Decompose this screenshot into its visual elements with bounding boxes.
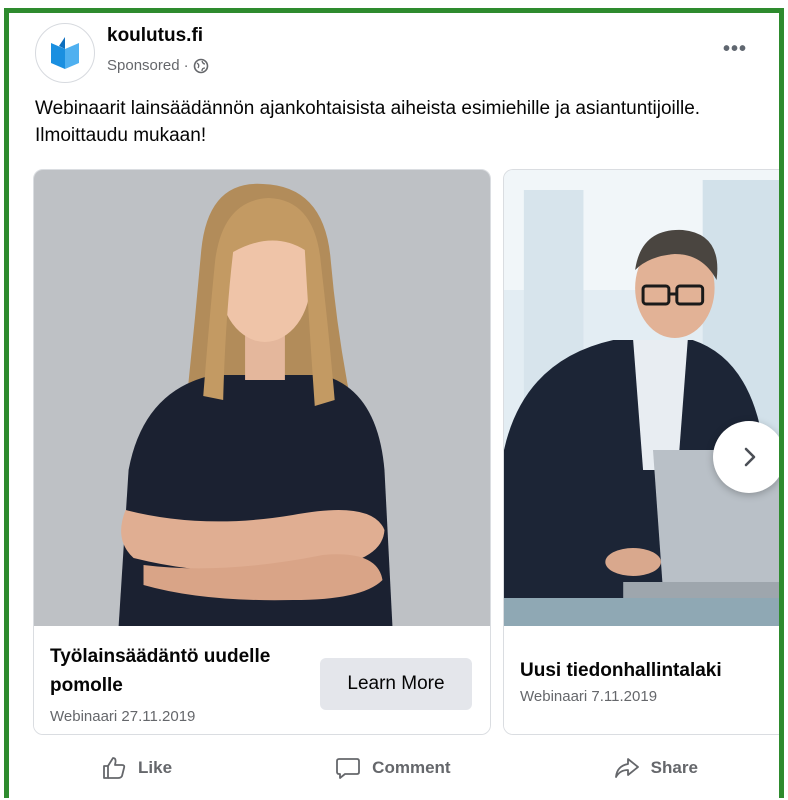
- chevron-right-icon: [744, 447, 756, 467]
- post-actions: Like Comment Share: [19, 743, 779, 793]
- post-header: koulutus.fi Sponsored · •••: [35, 19, 775, 89]
- share-button[interactable]: Share: [599, 748, 712, 788]
- page-avatar[interactable]: [35, 23, 95, 83]
- comment-bubble-icon: [334, 754, 362, 782]
- sponsored-label[interactable]: Sponsored: [107, 57, 180, 74]
- globe-icon[interactable]: [193, 58, 209, 74]
- card-subtitle: Webinaari 7.11.2019: [520, 688, 658, 705]
- more-options-icon[interactable]: •••: [717, 35, 753, 63]
- carousel-next-button[interactable]: [713, 421, 779, 493]
- card-image-woman[interactable]: [34, 170, 490, 626]
- post-meta: Sponsored ·: [107, 57, 209, 74]
- book-logo-icon: [51, 37, 79, 69]
- thumbs-up-icon: [100, 754, 128, 782]
- card-info: Työlainsäädäntö uudelle pomolle Webinaar…: [34, 626, 490, 734]
- card-subtitle: Webinaari 27.11.2019: [50, 708, 196, 725]
- ad-carousel: Työlainsäädäntö uudelle pomolle Webinaar…: [33, 169, 779, 739]
- meta-separator: ·: [183, 57, 189, 74]
- share-label: Share: [650, 758, 698, 777]
- comment-button[interactable]: Comment: [320, 748, 464, 788]
- card-info: Uusi tiedonhallintalaki Webinaari 7.11.2…: [504, 626, 779, 734]
- like-label: Like: [138, 758, 173, 777]
- card-title[interactable]: Uusi tiedonhallintalaki: [520, 656, 779, 685]
- carousel-card[interactable]: Työlainsäädäntö uudelle pomolle Webinaar…: [33, 169, 491, 735]
- card-image-man[interactable]: [504, 170, 779, 626]
- page-name-link[interactable]: koulutus.fi: [107, 25, 203, 47]
- comment-label: Comment: [372, 758, 451, 777]
- post-text: Webinaarit lainsäädännön ajankohtaisista…: [35, 98, 701, 146]
- share-arrow-icon: [613, 754, 641, 782]
- learn-more-button[interactable]: Learn More: [320, 658, 472, 710]
- like-button[interactable]: Like: [86, 748, 186, 788]
- card-title[interactable]: Työlainsäädäntö uudelle pomolle: [50, 642, 300, 700]
- post-frame: koulutus.fi Sponsored · ••• Webinaarit l…: [4, 8, 784, 798]
